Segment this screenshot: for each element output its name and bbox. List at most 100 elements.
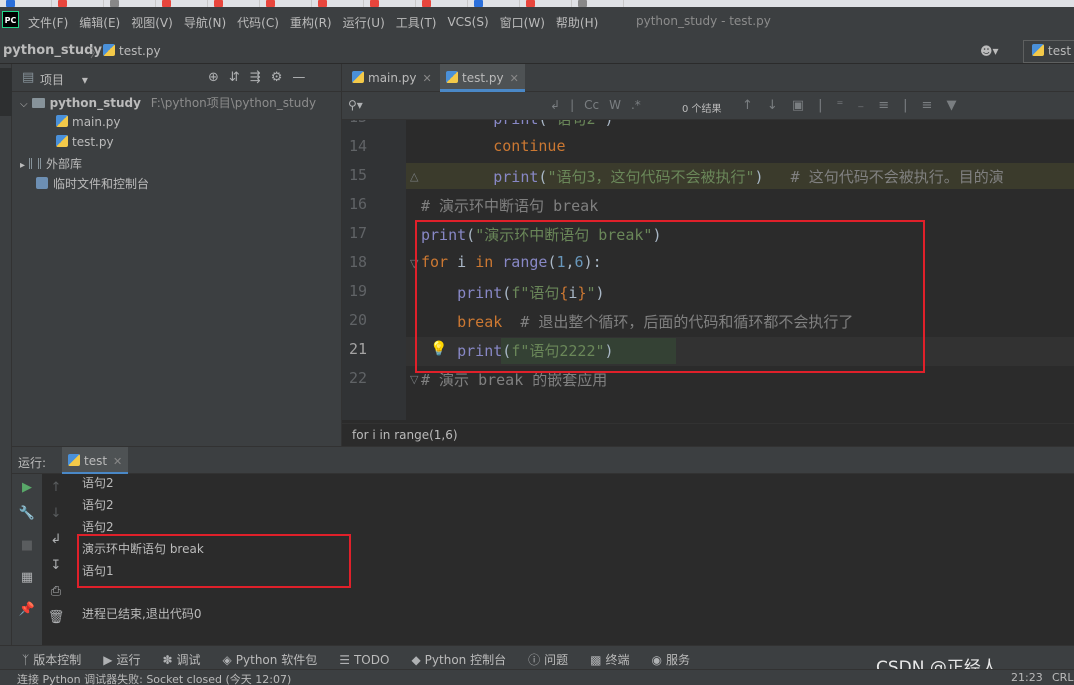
menu-view[interactable]: 视图(V) [131, 14, 173, 31]
trash-icon[interactable]: 🗑 [41, 610, 71, 625]
status-message[interactable]: 连接 Python 调试器失败: Socket closed (今天 12:07… [17, 671, 291, 685]
menu-file[interactable]: 文件(F) [28, 14, 68, 31]
window-title: python_study - test.py [636, 14, 771, 28]
search-input[interactable] [372, 95, 542, 117]
menu-code[interactable]: 代码(C) [237, 14, 279, 31]
line-number: 19 [348, 282, 367, 300]
tool-vcs[interactable]: ᛉ 版本控制 [22, 651, 81, 668]
arrow-up-icon[interactable]: ↑ [742, 98, 753, 113]
tool-services[interactable]: ◉ 服务 [651, 651, 690, 668]
tool-label: 服务 [665, 653, 690, 667]
tool-problems[interactable]: ⓘ 问题 [528, 651, 568, 668]
arrow-up-icon[interactable]: ↑ [41, 480, 71, 495]
tool-python-packages[interactable]: ◈ Python 软件包 [223, 651, 318, 668]
collapse-all-icon[interactable]: ⇶ [250, 70, 261, 85]
wrench-icon[interactable]: 🔧 [12, 506, 42, 521]
filter-results-icon[interactable]: ≡ [922, 98, 933, 113]
menu-window[interactable]: 窗口(W) [500, 14, 545, 31]
browser-tab[interactable] [260, 0, 312, 7]
browser-tab[interactable] [156, 0, 208, 7]
tool-todo[interactable]: ☰ TODO [339, 653, 389, 667]
layout-icon[interactable]: ▦ [12, 570, 42, 585]
arrow-down-icon[interactable]: ↓ [41, 506, 71, 521]
browser-tab[interactable] [520, 0, 572, 7]
whole-words-toggle[interactable]: W [609, 98, 621, 112]
menu-help[interactable]: 帮助(H) [556, 14, 598, 31]
csdn-favicon-icon [422, 0, 431, 7]
breadcrumb-file[interactable]: test.py [103, 44, 161, 58]
services-icon: ◉ [651, 653, 662, 667]
browser-tab[interactable] [52, 0, 104, 7]
remove-selection-icon[interactable]: ₋ [857, 98, 864, 113]
browser-tab[interactable] [0, 0, 52, 7]
tool-python-console[interactable]: ◆ Python 控制台 [411, 651, 506, 668]
run-tab-test[interactable]: test ✕ [62, 447, 129, 475]
tree-item-python-study[interactable]: ⌵ python_study F:\python项目\python_study [20, 94, 316, 114]
add-selection-icon[interactable]: ⁼ [837, 98, 844, 113]
fold-marker-icon[interactable]: ▽ [410, 373, 418, 386]
tree-item-main-py[interactable]: main.py [56, 115, 121, 135]
tool-run[interactable]: ▶ 运行 [103, 651, 140, 668]
tree-item-test-py[interactable]: test.py [56, 135, 114, 155]
locate-icon[interactable]: ⊕ [208, 70, 219, 85]
stop-icon[interactable]: ■ [12, 538, 42, 553]
search-options: ↲ | Cc W .* [550, 98, 651, 112]
menu-refactor[interactable]: 重构(R) [290, 14, 332, 31]
user-icon[interactable]: ☻▾ [980, 44, 999, 58]
project-tool-button[interactable] [0, 68, 12, 116]
code-line-14: continue [493, 137, 566, 155]
filter-icon[interactable]: ▼ [946, 98, 956, 113]
tree-item-path: F:\python项目\python_study [150, 96, 317, 110]
tree-item-scratches[interactable]: 临时文件和控制台 [36, 175, 149, 195]
close-icon[interactable]: ✕ [113, 455, 122, 468]
tab-test-py[interactable]: test.py ✕ [440, 64, 525, 92]
browser-tab[interactable] [104, 0, 156, 7]
soft-wrap-icon[interactable]: ↲ [41, 532, 71, 547]
breadcrumb-project[interactable]: python_study [3, 43, 102, 58]
run-panel-header: 运行: test ✕ [12, 446, 1074, 475]
pin-icon[interactable]: 📌 [12, 602, 42, 617]
tool-debug[interactable]: ✽ 调试 [162, 651, 200, 668]
code-editor[interactable]: 13 14 15 16 17 18 19 20 21 22 △ ▽ ▽ 💡 pr… [342, 120, 1074, 420]
project-panel-title[interactable]: 项目 ▾ [40, 71, 88, 88]
scroll-to-end-icon[interactable]: ↧ [41, 558, 71, 573]
menu-vcs[interactable]: VCS(S) [447, 15, 488, 29]
code-breadcrumb[interactable]: for i in range(1,6) [342, 423, 1074, 446]
menu-run[interactable]: 运行(U) [343, 14, 385, 31]
menu-edit[interactable]: 编辑(E) [79, 14, 120, 31]
browser-tab[interactable] [364, 0, 416, 7]
main-menu: 文件(F) 编辑(E) 视图(V) 导航(N) 代码(C) 重构(R) 运行(U… [28, 12, 609, 32]
line-separator[interactable]: CRL [1052, 671, 1073, 684]
settings-gear-icon[interactable]: ⚙ [271, 70, 283, 85]
browser-tab[interactable] [416, 0, 468, 7]
rerun-icon[interactable]: ▶ [12, 480, 42, 495]
menu-tools[interactable]: 工具(T) [396, 14, 437, 31]
print-icon[interactable]: ⎙ [41, 584, 71, 599]
console-output[interactable]: 语句2 语句2 语句2 演示环中断语句 break 语句1 进程已结束,退出代码… [70, 474, 1074, 645]
tree-item-label: 临时文件和控制台 [53, 177, 150, 191]
fold-marker-icon[interactable]: △ [410, 170, 418, 183]
hide-panel-icon[interactable]: — [292, 70, 305, 85]
match-case-toggle[interactable]: Cc [584, 98, 599, 112]
select-all-icon[interactable]: ≡ [878, 98, 889, 113]
browser-tab[interactable] [468, 0, 520, 7]
regex-toggle[interactable]: .* [631, 98, 641, 112]
browser-tab[interactable] [208, 0, 260, 7]
browser-tab[interactable] [572, 0, 624, 7]
tool-terminal[interactable]: ▩ 终端 [590, 651, 629, 668]
menu-navigate[interactable]: 导航(N) [184, 14, 226, 31]
run-configuration-selector[interactable]: test [1023, 40, 1074, 63]
tree-item-external-libs[interactable]: ▸ 外部库 [20, 155, 82, 175]
newline-icon[interactable]: ↲ [550, 98, 560, 112]
arrow-down-icon[interactable]: ↓ [767, 98, 778, 113]
select-all-occurrences-icon[interactable]: ▣ [792, 98, 804, 113]
tab-main-py[interactable]: main.py ✕ [346, 64, 438, 92]
project-toolbar: ⊕ ⇵ ⇶ ⚙ — [208, 70, 315, 85]
csdn-favicon-icon [58, 0, 67, 7]
browser-tab[interactable] [312, 0, 364, 7]
expand-all-icon[interactable]: ⇵ [229, 70, 240, 85]
close-icon[interactable]: ✕ [423, 72, 432, 85]
caret-position[interactable]: 21:23 [1011, 671, 1043, 684]
python-file-icon [352, 71, 364, 83]
close-icon[interactable]: ✕ [510, 72, 519, 85]
